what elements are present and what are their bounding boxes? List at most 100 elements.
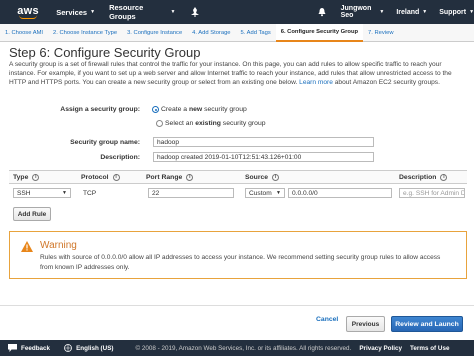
step-add-tags[interactable]: 5. Add Tags (236, 24, 276, 42)
step-review[interactable]: 7. Review (363, 24, 398, 42)
info-icon[interactable]: i (440, 173, 448, 181)
column-description-label: Description (399, 173, 437, 181)
chevron-down-icon: ▼ (170, 9, 176, 15)
radio-create-new[interactable]: Create a new security group (152, 106, 247, 113)
chevron-down-icon: ▼ (422, 9, 428, 15)
services-menu[interactable]: Services ▼ (56, 8, 95, 17)
cancel-button[interactable]: Cancel (316, 316, 338, 323)
copyright-text: © 2008 - 2019, Amazon Web Services, Inc.… (135, 344, 352, 352)
step-choose-instance-type[interactable]: 2. Choose Instance Type (48, 24, 122, 42)
support-menu[interactable]: Support ▼ (439, 9, 474, 16)
column-port-range-label: Port Range (146, 173, 183, 181)
aws-logo[interactable]: aws (0, 0, 56, 24)
rule-description-input[interactable]: e.g. SSH for Admin D (399, 188, 465, 198)
user-name: Jungwon Seo (340, 5, 372, 19)
info-icon[interactable]: i (112, 173, 120, 181)
type-select-box: SSH ▼ (13, 188, 71, 198)
step-choose-ami[interactable]: 1. Choose AMI (0, 24, 48, 42)
step-configure-instance[interactable]: 3. Configure Instance (122, 24, 187, 42)
privacy-policy-link[interactable]: Privacy Policy (359, 345, 402, 352)
step-configure-security-group[interactable]: 6. Configure Security Group (275, 23, 364, 42)
aws-smile-icon (19, 15, 38, 19)
radio-button-unchecked[interactable] (156, 120, 163, 127)
column-type: Type i (13, 173, 40, 181)
feedback-label: Feedback (21, 344, 51, 352)
sg-description-row: Description: hadoop created 2019-01-10T1… (0, 152, 374, 162)
divider (0, 305, 474, 306)
rules-table-header: Type i Protocol i Port Range i Source i Desc… (9, 170, 467, 184)
source-cidr-input[interactable]: 0.0.0.0/0 (288, 188, 392, 198)
chevron-down-icon: ▼ (276, 190, 281, 196)
source-cidr-value: 0.0.0.0/0 (288, 188, 392, 198)
column-port-range: Port Range i (146, 173, 194, 181)
sg-name-input[interactable]: hadoop (153, 137, 374, 147)
column-protocol-label: Protocol (81, 173, 109, 181)
language-selector[interactable]: English (US) (64, 344, 114, 352)
speech-bubble-icon (8, 344, 17, 352)
wizard-steps: 1. Choose AMI 2. Choose Instance Type 3.… (0, 23, 474, 42)
table-row: SSH ▼ TCP 22 Custom ▼ 0.0.0.0/0 e.g. SSH… (9, 184, 467, 202)
add-rule-button[interactable]: Add Rule (13, 207, 51, 221)
top-nav-bar: aws Services ▼ Resource Groups ▼ Jungwon… (0, 0, 474, 24)
radio-create-new-label: Create a new security group (161, 106, 247, 113)
assign-sg-row: Assign a security group: Create a new se… (0, 106, 247, 113)
previous-button[interactable]: Previous (346, 316, 385, 332)
resource-groups-label: Resource Groups (109, 3, 144, 21)
type-value: SSH (17, 189, 31, 197)
port-range-value: 22 (148, 188, 234, 198)
option-existing-bold: existing (195, 120, 221, 127)
terms-of-use-link[interactable]: Terms of Use (410, 345, 449, 352)
radio-select-existing[interactable]: Select an existing security group (156, 120, 266, 127)
source-select[interactable]: Custom ▼ (245, 188, 285, 198)
column-source: Source i (245, 173, 280, 181)
review-and-launch-button[interactable]: Review and Launch (391, 316, 463, 332)
region-menu[interactable]: Ireland ▼ (396, 9, 427, 16)
page-description: A security group is a set of firewall ru… (9, 60, 467, 87)
services-label: Services (56, 7, 88, 17)
page-title: Step 6: Configure Security Group (9, 45, 201, 60)
language-label: English (US) (76, 344, 114, 352)
option-new-prefix: Create a (161, 106, 189, 113)
column-source-label: Source (245, 173, 269, 181)
sg-description-label: Description: (100, 153, 140, 161)
warning-title: Warning (40, 240, 77, 251)
user-menu[interactable]: Jungwon Seo ▼ (341, 5, 385, 19)
option-new-bold: new (188, 106, 203, 113)
resource-groups-menu[interactable]: Resource Groups ▼ (109, 3, 175, 21)
protocol-value: TCP (83, 189, 97, 197)
assign-sg-label: Assign a security group: (60, 106, 140, 113)
option-existing-prefix: Select an (165, 120, 196, 127)
step-add-storage[interactable]: 4. Add Storage (187, 24, 235, 42)
column-description: Description i (399, 173, 448, 181)
info-icon[interactable]: i (32, 173, 40, 181)
option-new-suffix: security group (202, 106, 247, 113)
chevron-down-icon: ▼ (90, 9, 96, 15)
source-select-box: Custom ▼ (245, 188, 285, 198)
sg-description-input[interactable]: hadoop created 2019-01-10T12:51:43.126+0… (153, 152, 374, 162)
warning-icon (21, 241, 33, 252)
globe-icon (64, 344, 72, 352)
pin-icon[interactable] (190, 7, 200, 17)
bell-icon[interactable] (316, 5, 329, 19)
warning-body: Rules with source of 0.0.0.0/0 allow all… (40, 254, 441, 271)
rule-description-placeholder: e.g. SSH for Admin D (399, 188, 465, 198)
learn-more-link[interactable]: Learn more (299, 79, 333, 86)
region-name: Ireland (396, 8, 420, 16)
cancel-link-wrap: Cancel (316, 316, 338, 323)
radio-button-checked[interactable] (152, 106, 159, 113)
column-protocol: Protocol i (81, 173, 120, 181)
source-mode-value: Custom (249, 189, 272, 197)
info-icon[interactable]: i (272, 173, 280, 181)
rules-table: Type i Protocol i Port Range i Source i Desc… (9, 170, 467, 221)
info-icon[interactable]: i (186, 173, 194, 181)
description-tail: about Amazon EC2 security groups. (334, 79, 440, 86)
support-label: Support (439, 8, 467, 16)
type-select[interactable]: SSH ▼ (13, 188, 71, 198)
radio-select-existing-label: Select an existing security group (165, 120, 266, 127)
sg-name-row: Security group name: hadoop (0, 137, 374, 147)
column-type-label: Type (13, 173, 29, 181)
chevron-down-icon: ▼ (379, 9, 385, 15)
footer-bar: Feedback English (US) © 2008 - 2019, Ama… (0, 340, 474, 356)
port-range-input[interactable]: 22 (148, 188, 234, 198)
feedback-link[interactable]: Feedback (8, 344, 50, 352)
